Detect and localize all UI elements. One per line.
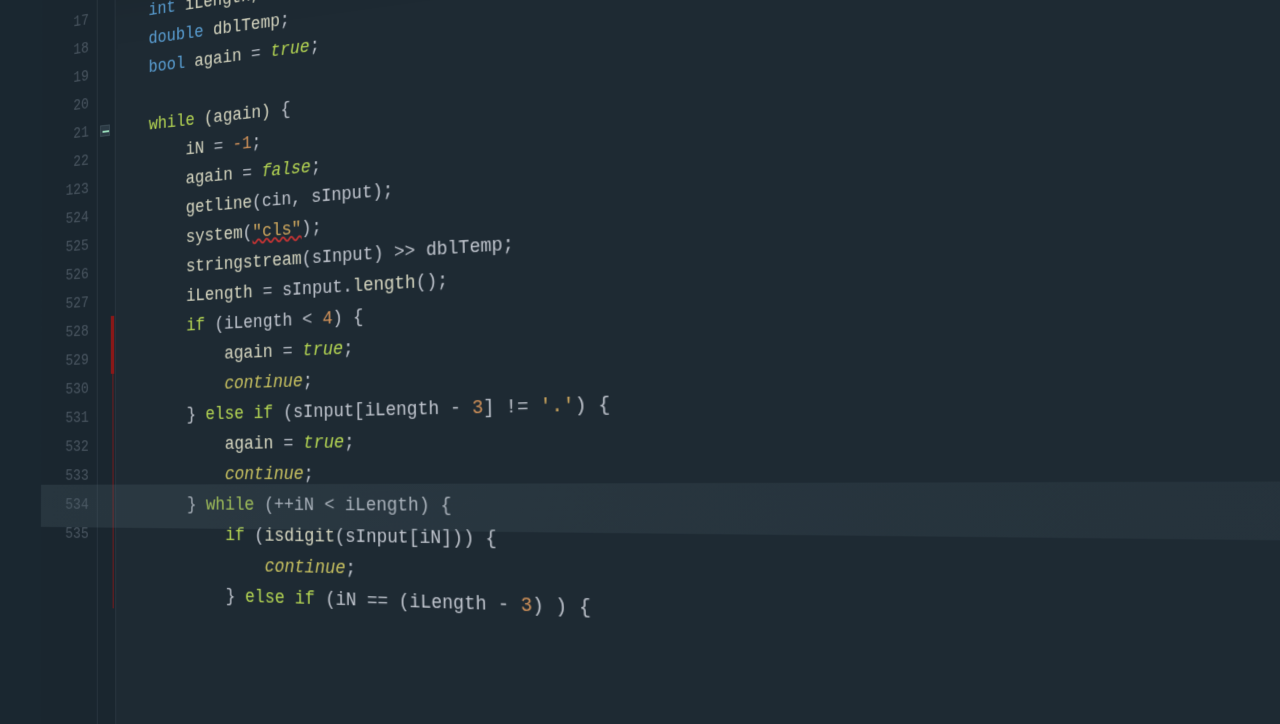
token-id [150, 525, 226, 546]
token-id [149, 229, 186, 251]
token-punc: ( [243, 223, 253, 244]
token-id: again [149, 164, 242, 192]
token-punc: ) { [574, 395, 610, 418]
token-punc: ; [310, 36, 320, 57]
editor-scene: 1617181920212212352452552652752852953053… [40, 0, 1280, 724]
token-flow: continue [224, 372, 303, 395]
token-op: = [251, 43, 270, 65]
line-number[interactable]: 533 [41, 461, 94, 490]
token-bool: true [303, 339, 344, 361]
line-number[interactable]: 527 [41, 288, 93, 320]
token-id: iLength [149, 283, 262, 310]
token-id [149, 258, 186, 280]
token-op: = [214, 136, 233, 158]
token-fn: stringstream [186, 250, 302, 278]
token-fn: isdigit [264, 526, 335, 548]
token-punc: ) { [333, 307, 364, 329]
token-punc: ; [344, 433, 355, 454]
token-flow: continue [264, 557, 345, 580]
token-punc: ) ) { [532, 596, 591, 620]
line-number[interactable]: 530 [41, 375, 93, 405]
token-punc: (iN == (iLength - [325, 590, 521, 618]
token-punc: (sInput[iN])) { [335, 527, 497, 551]
token-str: '.' [540, 395, 575, 418]
token-id [149, 317, 186, 338]
line-number[interactable]: 531 [41, 403, 93, 433]
token-id: iN [149, 138, 214, 164]
token-punc: (cin, sInput); [252, 181, 393, 214]
token-punc: (++iN < iLength) [264, 495, 441, 517]
line-number[interactable]: 525 [42, 231, 94, 263]
token-bool: true [303, 433, 344, 454]
token-fn: system [186, 224, 243, 248]
token-punc: ( [254, 526, 264, 547]
token-id: dblTemp [213, 12, 280, 41]
token-op: = sInput. [262, 277, 352, 303]
token-id [149, 199, 186, 222]
token-kw: if [186, 315, 214, 336]
modified-marker [111, 316, 114, 374]
token-punc: ; [304, 464, 314, 485]
token-punc: } [150, 495, 206, 515]
token-id: again [150, 434, 284, 456]
token-op: = [283, 341, 303, 362]
modified-line [113, 374, 114, 609]
token-fn: getline [186, 193, 252, 218]
token-kw: while [149, 110, 204, 136]
token-op: = [283, 434, 303, 455]
token-fn: length [353, 273, 416, 298]
token-type: int [148, 0, 184, 21]
token-num: -1 [232, 134, 251, 156]
line-number-gutter[interactable]: 1617181920212212352452552652752852953053… [40, 0, 98, 724]
line-number[interactable]: 524 [42, 203, 94, 236]
line-number[interactable]: 534 [41, 490, 94, 519]
token-id: again [149, 342, 282, 367]
token-type: double [149, 21, 213, 49]
token-kw: else if [245, 587, 325, 610]
token-strerr: "cls" [252, 219, 301, 243]
token-id [150, 465, 225, 485]
token-punc: (iLength < [214, 309, 322, 335]
token-kw: if [225, 526, 254, 547]
token-punc: ; [311, 157, 321, 178]
token-id: (again) [204, 101, 281, 129]
token-punc: ; [345, 559, 356, 580]
token-bool: false [262, 158, 311, 183]
token-punc: ); [301, 218, 321, 240]
line-number[interactable]: 526 [41, 260, 93, 292]
line-number[interactable]: 535 [41, 519, 94, 549]
token-punc: ] != [483, 396, 540, 419]
token-flow: continue [225, 464, 304, 485]
fold-column[interactable] [98, 0, 117, 724]
token-op: = [242, 163, 261, 185]
token-num: 4 [322, 309, 332, 330]
line-number[interactable]: 532 [41, 432, 94, 462]
line-number[interactable]: 528 [41, 317, 93, 348]
token-punc: (); [416, 271, 449, 294]
code-area[interactable]: string sInput;int iLength, iN;double dbl… [115, 0, 1280, 724]
code-editor[interactable]: 1617181920212212352452552652752852953053… [40, 0, 1280, 724]
token-punc: ; [252, 133, 262, 154]
token-punc: { [281, 100, 291, 121]
token-id [150, 555, 265, 578]
token-punc: ; [280, 10, 290, 31]
fold-toggle-icon[interactable] [100, 124, 110, 136]
token-punc: } [149, 405, 205, 426]
token-id: again [194, 45, 251, 72]
token-punc: ; [343, 339, 354, 360]
token-num: 3 [520, 595, 532, 618]
token-kw: else if [205, 403, 283, 425]
token-punc: (sInput[iLength - [283, 398, 472, 423]
line-number[interactable]: 529 [41, 346, 93, 377]
token-type: bool [149, 53, 195, 78]
token-punc: } [150, 585, 245, 608]
token-id [149, 375, 224, 397]
token-punc: { [440, 496, 451, 518]
token-kw: while [206, 495, 264, 516]
token-bool: true [270, 37, 310, 62]
token-punc: ; [303, 372, 313, 393]
